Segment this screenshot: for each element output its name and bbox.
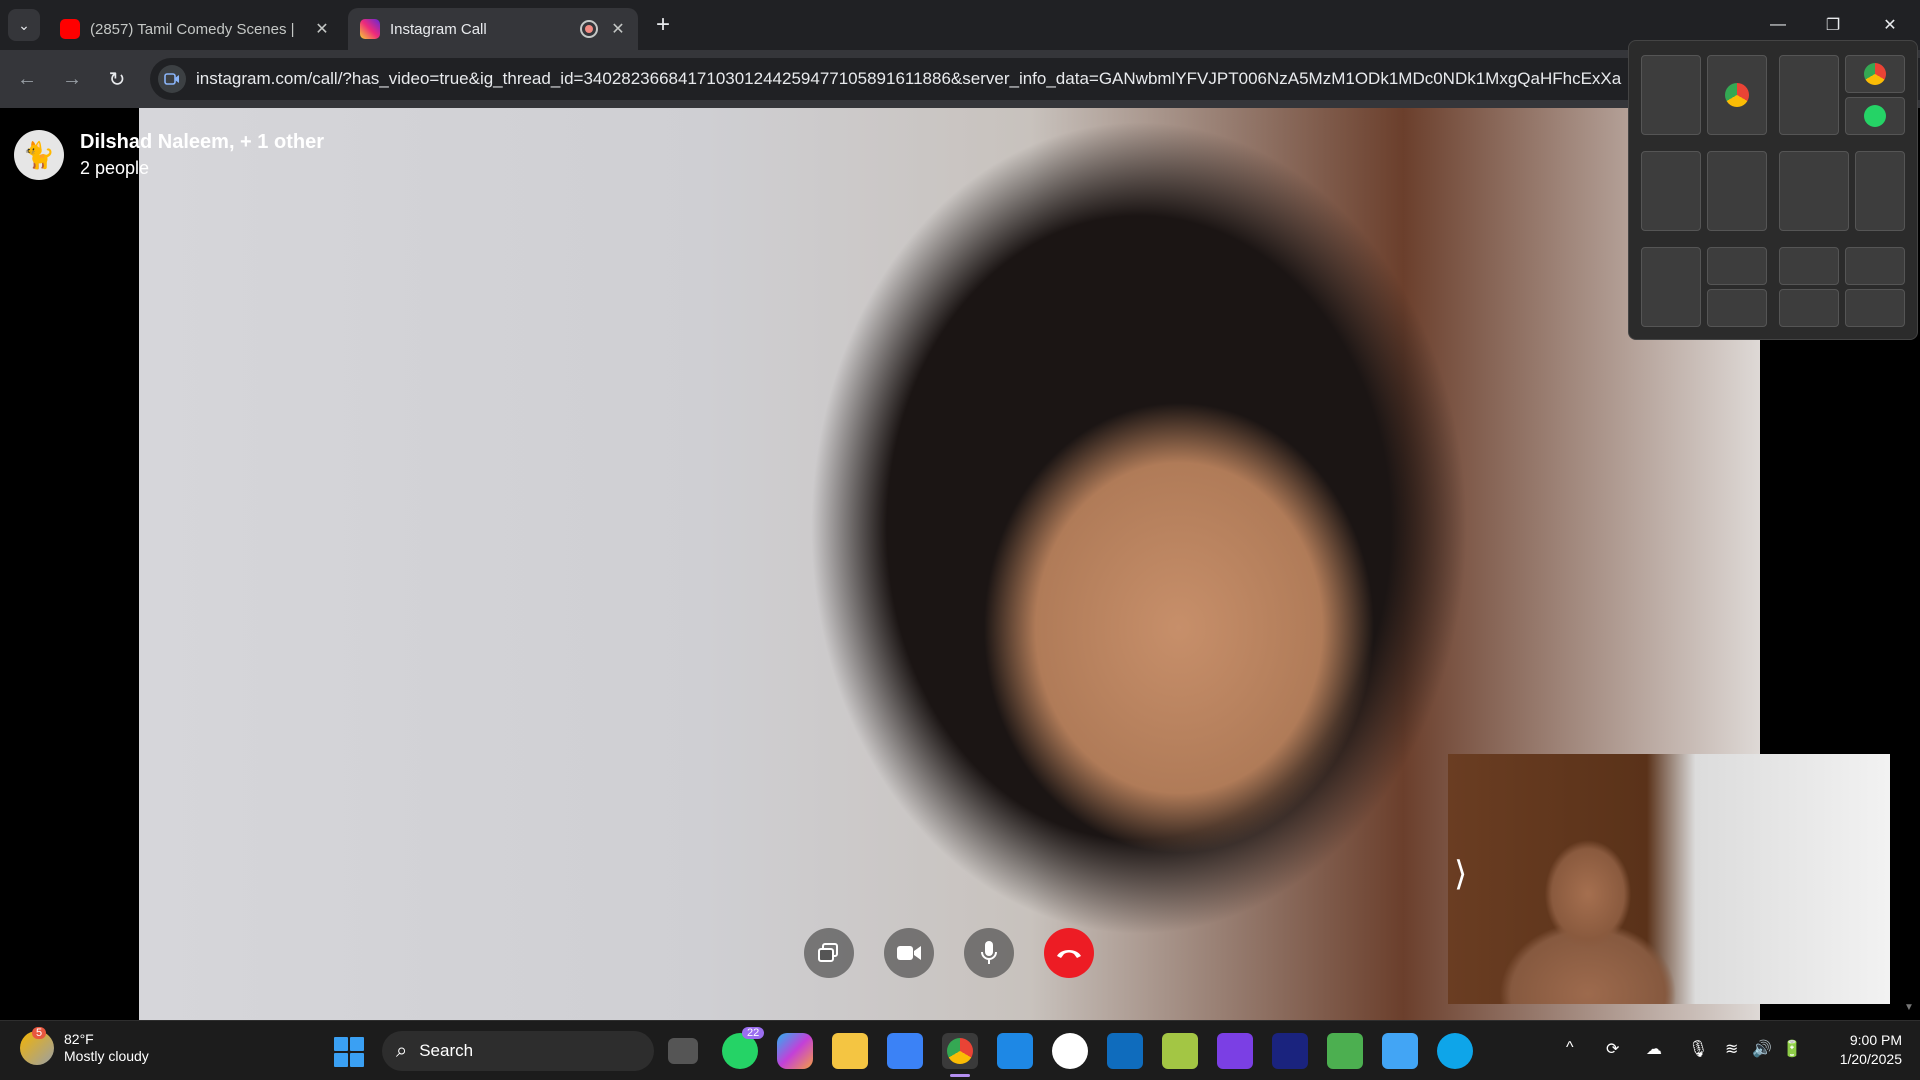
reload-button[interactable]: ↻ [102,64,132,94]
snap-zone[interactable] [1779,247,1839,285]
minimize-button[interactable]: — [1758,10,1798,40]
onedrive-icon[interactable]: ☁ [1646,1039,1662,1059]
microsoft-store-icon[interactable] [887,1033,923,1069]
call-controls [804,928,1094,978]
call-header: 🐈 Dilshad Naleem, + 1 other 2 people [14,130,324,180]
cloudy-weather-icon: 5 [20,1027,54,1065]
end-call-button[interactable] [1044,928,1094,978]
chrome-icon [1725,83,1749,107]
mic-toggle-button[interactable] [964,928,1014,978]
chevron-right-icon[interactable]: ⟩ [1454,854,1467,894]
snap-zone[interactable] [1779,151,1849,231]
snap-zone[interactable] [1845,97,1905,135]
taskbar-search[interactable]: ⌕ Search [382,1031,654,1071]
app-cube-icon[interactable] [1327,1033,1363,1069]
notification-badge: 22 [742,1027,765,1039]
volume-icon[interactable]: 🔊 [1752,1039,1772,1059]
visual-studio-icon[interactable] [1217,1033,1253,1069]
chrome-icon [1864,63,1886,85]
microphone-icon[interactable]: 🎙 [1688,1039,1708,1059]
chrome-taskbar-icon[interactable] [942,1033,978,1077]
start-button[interactable] [334,1037,364,1067]
snap-zone[interactable] [1707,247,1767,285]
search-label: Search [419,1041,474,1060]
scroll-down-arrow[interactable]: ▼ [1904,1002,1914,1013]
edge-icon[interactable] [1437,1033,1473,1069]
snap-zone[interactable] [1845,55,1905,93]
participant-name: Dilshad Naleem, + 1 other [80,131,324,153]
snap-zone[interactable] [1855,151,1905,231]
weather-condition: Mostly cloudy [64,1048,149,1064]
snap-zone[interactable] [1641,247,1701,327]
windows-logo-tile [350,1037,364,1051]
participant-count: 2 people [80,158,150,178]
tab-instagram-call[interactable]: Instagram Call ✕ [348,8,638,50]
clock-time: 9:00 PM [1849,1032,1902,1048]
tab-search-button[interactable]: ⌄ [8,9,40,41]
camera-icon[interactable] [158,65,186,93]
whatsapp-icon [1864,105,1886,127]
search-icon: ⌕ [396,1039,408,1062]
screen-share-button[interactable] [804,928,854,978]
snap-zone[interactable] [1707,55,1767,135]
windows-logo-tile [334,1037,348,1051]
clock-date: 1/20/2025 [1839,1051,1902,1067]
snap-zone[interactable] [1779,55,1839,135]
snap-zone[interactable] [1845,247,1905,285]
sync-icon[interactable]: ⟳ [1606,1039,1619,1059]
task-view-icon[interactable] [668,1038,698,1064]
show-hidden-icons-icon[interactable]: ^ [1566,1039,1574,1057]
windows-logo-tile [350,1053,364,1067]
snap-layouts-flyout [1628,40,1918,340]
forward-button[interactable]: → [57,64,87,94]
copilot-icon[interactable] [777,1033,813,1069]
notepad-icon[interactable] [1382,1033,1418,1069]
instagram-icon [360,19,380,39]
snap-zone[interactable] [1707,151,1767,231]
weather-badge: 5 [32,1027,47,1039]
snap-zone[interactable] [1641,55,1701,135]
back-button[interactable]: ← [12,64,42,94]
tab-title: (2857) Tamil Comedy Scenes | [90,20,295,38]
vscode-icon[interactable] [997,1033,1033,1069]
avatar: 🐈 [14,130,64,180]
snap-zone[interactable] [1779,289,1839,327]
windows-logo-tile [334,1053,348,1067]
taskbar: 5 82°F Mostly cloudy ⌕ Search 22 ^ ⟳ ☁ 🎙… [0,1020,1920,1080]
outlook-icon[interactable] [1107,1033,1143,1069]
file-explorer-icon[interactable] [832,1033,868,1069]
url-text[interactable]: instagram.com/call/?has_video=true&ig_th… [196,69,1776,89]
close-icon[interactable]: ✕ [310,17,334,41]
battery-icon[interactable]: 🔋 [1782,1039,1802,1059]
snap-zone[interactable] [1641,151,1701,231]
close-icon[interactable]: ✕ [606,17,630,41]
wifi-icon[interactable]: ≋ [1725,1039,1738,1059]
intellij-icon[interactable] [1272,1033,1308,1069]
video-toggle-button[interactable] [884,928,934,978]
whatsapp-icon[interactable]: 22 [722,1027,765,1069]
system-clock[interactable]: 9:00 PM 1/20/2025 [1822,1031,1902,1069]
window-close-button[interactable]: ✕ [1870,10,1910,40]
weather-widget[interactable]: 5 82°F Mostly cloudy [20,1027,149,1065]
recording-icon [580,20,598,38]
snap-zone[interactable] [1707,289,1767,327]
restore-button[interactable]: ❐ [1813,10,1853,40]
weather-temperature: 82°F [64,1031,94,1047]
tab-youtube[interactable]: (2857) Tamil Comedy Scenes | ✕ [48,8,342,50]
new-tab-button[interactable]: + [650,11,676,38]
snipping-tool-icon[interactable] [1162,1033,1198,1069]
snap-zone[interactable] [1845,289,1905,327]
whatsapp-beta-icon[interactable] [1052,1033,1088,1069]
self-video-preview[interactable]: ⟩ [1448,754,1890,1004]
chrome-icon [947,1038,973,1064]
tab-title: Instagram Call [390,20,487,38]
youtube-icon [60,19,80,39]
